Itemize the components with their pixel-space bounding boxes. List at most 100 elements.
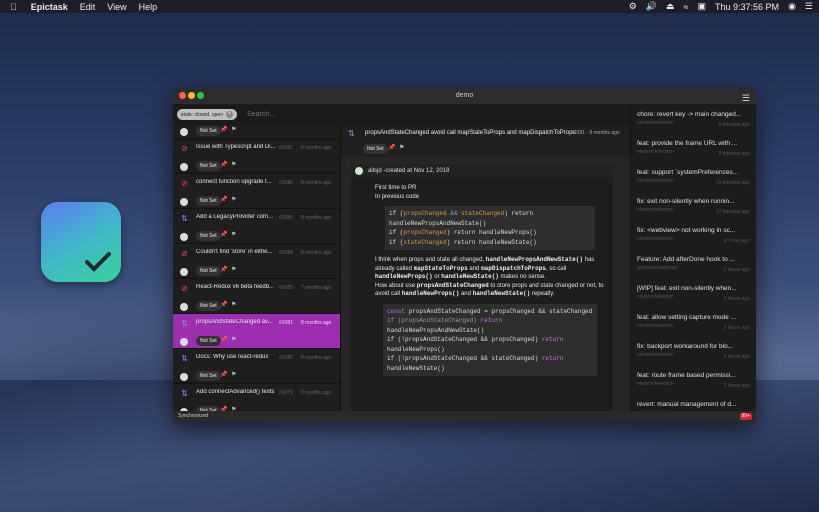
tag-icon[interactable]: ⚑: [231, 336, 236, 343]
issue-list-item[interactable]: ⊘ Couldn't find 'store' in eithe... #1084 8…: [173, 244, 340, 279]
pin-icon[interactable]: 📌: [220, 266, 227, 273]
close-window-button[interactable]: [179, 92, 186, 99]
issue-list-item[interactable]: ⇅mapStateToProps is not and...Not Set📌⚑: [173, 125, 340, 139]
issue-list-item[interactable]: ⇅ Add a LegacyProvider com... #1085 8 month…: [173, 209, 340, 244]
timeline-item[interactable]: [WIP] feat: exit non-silently when... ele…: [631, 278, 756, 307]
issue-title: Docs: Why use react-redux: [196, 354, 269, 360]
milestone-chip[interactable]: Not Set: [196, 336, 221, 346]
menu-bar:  Epictask Edit View Help ⚙ 🔊 ⏏ ≈ ▣ Thu …: [0, 0, 819, 13]
tag-icon[interactable]: ⚑: [231, 231, 236, 238]
timeline-item[interactable]: chore: revert key -> main changed... elec…: [631, 104, 756, 133]
timeline-ago: an hour ago: [723, 238, 750, 244]
state-filter-chip[interactable]: state: closed, open ×: [177, 109, 237, 120]
timeline-item[interactable]: feat: route frame based permissi... elect…: [631, 365, 756, 394]
clear-filter-icon[interactable]: ×: [225, 111, 233, 118]
list-icon[interactable]: ☰: [805, 1, 813, 12]
issue-list-item[interactable]: ⇅ propsAndStateChanged av... #1081 8 months…: [173, 314, 340, 349]
timeline-title: fix: <webview> not working in sc...: [637, 227, 736, 234]
closed-issue-icon: ⊘: [181, 284, 188, 293]
issue-time: 8 months ago: [301, 180, 332, 186]
issue-number: #1081: [279, 320, 293, 326]
milestone-chip[interactable]: Not Set: [196, 126, 221, 136]
siri-icon[interactable]: ◉: [788, 1, 796, 12]
issue-time: 8 months ago: [301, 355, 332, 361]
milestone-chip[interactable]: Not Set: [196, 371, 221, 381]
timeline-item[interactable]: fix: exit non-silently when runnin... ele…: [631, 191, 756, 220]
milestone-chip[interactable]: Not Set: [196, 231, 221, 241]
menu-edit[interactable]: Edit: [80, 2, 96, 12]
menu-help[interactable]: Help: [139, 2, 158, 12]
timeline-item[interactable]: Feature: Add afterDone hook to ... webpac…: [631, 249, 756, 278]
pin-icon[interactable]: 📌: [220, 336, 227, 343]
assignee-avatar: [180, 268, 188, 276]
timeline-title: fix: backport workaround for blo...: [637, 343, 734, 350]
filter-label: state: closed, open: [181, 111, 223, 118]
issue-list-item[interactable]: ⊘ React-Redux v6 beta feedb... #1083 7 mont…: [173, 279, 340, 314]
tag-icon[interactable]: ⚑: [231, 301, 236, 308]
notification-icon[interactable]: ⚙: [629, 1, 637, 12]
tag-icon[interactable]: ⚑: [399, 144, 404, 151]
milestone-chip[interactable]: Not Set: [363, 144, 388, 154]
issue-list-item[interactable]: ⊘ connect function upgrade t... #1086 8 mon…: [173, 174, 340, 209]
epictask-app-icon[interactable]: [41, 202, 121, 282]
timeline-item[interactable]: feat: support `systemPreferences... elect…: [631, 162, 756, 191]
sync-status: Synchronized: [178, 413, 209, 419]
pin-icon[interactable]: 📌: [220, 196, 227, 203]
issue-list-item[interactable]: ⇅ Add connectAdvanced() tests #1079 8 month…: [173, 384, 340, 411]
menubar-clock[interactable]: Thu 9:37:56 PM: [715, 2, 779, 12]
milestone-chip[interactable]: Not Set: [196, 161, 221, 171]
tag-icon[interactable]: ⚑: [231, 266, 236, 273]
tag-icon[interactable]: ⚑: [231, 126, 236, 133]
title-bar: demo ☰: [173, 88, 756, 104]
issue-title: Add a LegacyProvider com...: [196, 214, 274, 220]
pin-icon[interactable]: 📌: [220, 371, 227, 378]
pin-icon[interactable]: 📌: [220, 126, 227, 133]
issue-list-item[interactable]: ⇅ Docs: Why use react-redux #1080 8 months …: [173, 349, 340, 384]
pull-request-icon: ⇅: [181, 389, 188, 398]
timeline-item[interactable]: revert: manual management of d...electro…: [631, 394, 756, 411]
milestone-chip[interactable]: Not Set: [196, 266, 221, 276]
milestone-chip[interactable]: Not Set: [196, 301, 221, 311]
comment-body: First time to PR In previous code if (pr…: [351, 178, 613, 376]
comment-date: -created at Nov 12, 2018: [383, 168, 450, 174]
timeline-ago: 2 hours ago: [723, 383, 750, 389]
tag-icon[interactable]: ⚑: [231, 196, 236, 203]
apple-icon[interactable]: : [10, 2, 17, 12]
display-icon[interactable]: ▣: [698, 1, 707, 12]
milestone-chip[interactable]: Not Set: [196, 196, 221, 206]
pin-icon[interactable]: 📌: [388, 144, 395, 151]
issue-number: #1086: [279, 180, 293, 186]
tag-icon[interactable]: ⚑: [231, 371, 236, 378]
menu-view[interactable]: View: [107, 2, 126, 12]
timeline-title: chore: revert key -> main changed...: [637, 111, 742, 118]
notification-badge[interactable]: 99+: [739, 413, 752, 420]
timeline-item[interactable]: feat: allow setting capture mode ... elec…: [631, 307, 756, 336]
assignee-avatar: [180, 303, 188, 311]
pin-icon[interactable]: 📌: [220, 161, 227, 168]
issue-time: 8 months ago: [301, 320, 332, 326]
issue-time: 8 months ago: [301, 390, 332, 396]
timeline-title: feat: provide the frame URL with ...: [637, 140, 738, 147]
comment-card: allsjd -created at Nov 12, 2018 First ti…: [351, 164, 613, 411]
volume-icon[interactable]: 🔊: [646, 1, 657, 12]
author-avatar: [355, 167, 363, 175]
wifi-icon[interactable]: ≈: [684, 2, 689, 12]
pin-icon[interactable]: 📌: [220, 301, 227, 308]
timeline-item[interactable]: fix: backport workaround for blo... elect…: [631, 336, 756, 365]
timeline-title: revert: manual management of d...: [637, 401, 737, 408]
comment-header: allsjd -created at Nov 12, 2018: [351, 164, 613, 178]
comment-author: allsjd: [368, 168, 382, 174]
issue-number: #1085: [279, 215, 293, 221]
eject-icon[interactable]: ⏏: [666, 1, 675, 12]
tag-icon[interactable]: ⚑: [231, 161, 236, 168]
activity-timeline: chore: revert key -> main changed... elec…: [630, 104, 756, 411]
pin-icon[interactable]: 📌: [220, 231, 227, 238]
search-input[interactable]: [246, 111, 397, 118]
timeline-item[interactable]: feat: provide the frame URL with ... elec…: [631, 133, 756, 162]
zoom-window-button[interactable]: [197, 92, 204, 99]
issue-list-item[interactable]: ⊘ Issue with Typescript and Di... #1087 8 m…: [173, 139, 340, 174]
timeline-item[interactable]: fix: <webview> not working in sc... elect…: [631, 220, 756, 249]
menu-app-name[interactable]: Epictask: [31, 2, 68, 12]
timeline-ago: 8 minutes ago: [718, 151, 750, 157]
minimize-window-button[interactable]: [188, 92, 195, 99]
